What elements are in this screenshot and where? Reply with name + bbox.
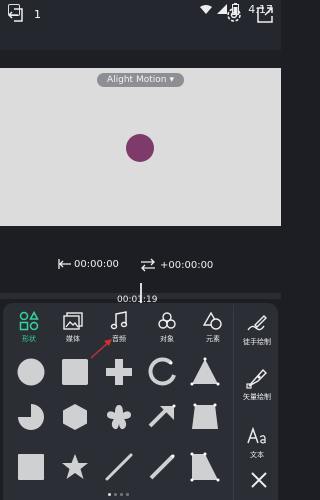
vector-draw-icon — [246, 368, 267, 389]
duration-control[interactable]: +00:00:00 — [140, 258, 213, 272]
tab-label: 媒体 — [66, 335, 80, 343]
page-dot — [126, 493, 129, 496]
chevron-down-icon: ▾ — [169, 75, 174, 85]
shape-arc[interactable] — [147, 357, 177, 387]
gear-icon[interactable] — [225, 6, 243, 24]
shape-plus[interactable] — [104, 357, 134, 387]
shape-square[interactable] — [60, 357, 90, 387]
start-time: 00:00:00 — [74, 258, 119, 270]
close-icon[interactable] — [250, 471, 268, 489]
tab-element[interactable]: 元素 — [195, 311, 231, 347]
page-dot — [120, 493, 123, 496]
tab-label: 音频 — [112, 335, 126, 343]
side-divider — [233, 305, 234, 500]
shape-arrow[interactable] — [147, 402, 177, 432]
freehand-draw-icon — [247, 315, 267, 331]
page-dot — [114, 493, 117, 496]
shape-rounded-square[interactable] — [16, 452, 46, 482]
shape-star[interactable] — [60, 452, 90, 482]
watermark-text: Alight Motion — [106, 75, 167, 85]
shape-circle[interactable] — [16, 357, 46, 387]
text-button[interactable]: 文本 — [236, 425, 278, 460]
text-icon — [247, 426, 266, 444]
shape-line[interactable] — [104, 452, 134, 482]
project-number: 1 — [34, 8, 41, 21]
shape-pencil-line[interactable] — [147, 452, 177, 482]
shape-polygon[interactable] — [190, 452, 220, 482]
shape-pie[interactable] — [16, 402, 46, 432]
tab-label: 形状 — [22, 335, 36, 343]
element-icon — [203, 311, 222, 330]
top-bar — [0, 20, 281, 50]
duration-time: +00:00:00 — [160, 259, 214, 271]
tab-label: 元素 — [206, 335, 220, 343]
music-note-icon — [110, 311, 128, 330]
vector-draw-button[interactable]: 矢量绘制 — [236, 367, 278, 402]
tab-label: 对象 — [160, 335, 174, 343]
side-label: 徒手绘制 — [243, 338, 271, 346]
side-label: 矢量绘制 — [243, 393, 271, 401]
tab-shapes[interactable]: 形状 — [11, 311, 47, 347]
shapes-icon — [19, 311, 39, 331]
export-icon[interactable] — [256, 6, 274, 24]
shape-triangle[interactable] — [190, 357, 220, 387]
jump-to-start-icon — [58, 259, 71, 269]
tab-row: 形状 媒体 音频 对象 元素 — [3, 303, 229, 345]
start-time-control[interactable]: 00:00:00 — [58, 258, 119, 270]
tab-object[interactable]: 对象 — [149, 311, 185, 347]
annotation-arrow — [90, 339, 112, 359]
page-indicator — [108, 493, 129, 496]
exit-icon[interactable] — [8, 7, 24, 23]
freehand-draw-button[interactable]: 徒手绘制 — [236, 312, 278, 347]
object-icon — [158, 312, 176, 329]
wifi-icon — [200, 5, 212, 14]
shape-hexagon[interactable] — [60, 402, 90, 432]
watermark-badge[interactable]: Alight Motion ▾ — [97, 73, 184, 87]
media-icon — [63, 312, 83, 330]
shape-flower[interactable] — [104, 402, 134, 432]
side-label: 文本 — [250, 451, 264, 459]
shape-trapezoid[interactable] — [190, 402, 220, 432]
page-dot — [108, 493, 111, 496]
swap-icon — [141, 258, 155, 272]
tab-media[interactable]: 媒体 — [55, 311, 91, 347]
circle-layer[interactable] — [126, 134, 154, 162]
